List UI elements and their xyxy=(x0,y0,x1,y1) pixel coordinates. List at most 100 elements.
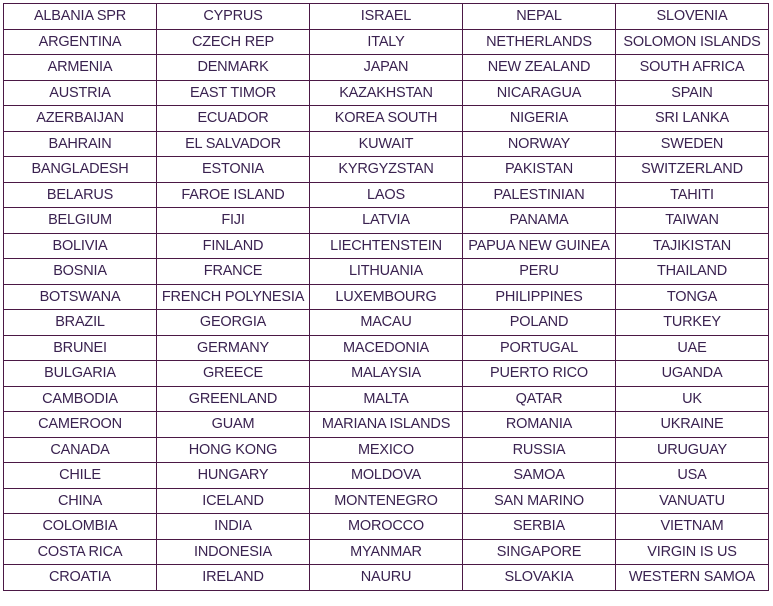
country-cell: PUERTO RICO xyxy=(462,360,616,387)
country-table: ALBANIA SPR CYPRUS ISRAEL NEPAL SLOVENIA ARGE… xyxy=(3,3,769,591)
country-cell: TAHITI xyxy=(615,181,769,208)
country-cell: CZECH REP xyxy=(156,28,310,55)
country-cell: FRENCH POLYNESIA xyxy=(156,283,310,310)
country-cell: KUWAIT xyxy=(309,130,463,157)
country-cell: INDIA xyxy=(156,513,310,540)
country-cell: UK xyxy=(615,385,769,412)
country-cell: NEW ZEALAND xyxy=(462,54,616,81)
table-row: AZERBAIJAN ECUADOR KOREA SOUTH NIGERIA SRI L… xyxy=(3,105,769,132)
country-cell: SPAIN xyxy=(615,79,769,106)
country-cell: VIRGIN IS US xyxy=(615,538,769,565)
country-cell: MARIANA ISLANDS xyxy=(309,411,463,438)
country-cell: THAILAND xyxy=(615,258,769,285)
country-cell: POLAND xyxy=(462,309,616,336)
country-cell: ECUADOR xyxy=(156,105,310,132)
country-cell: COSTA RICA xyxy=(3,538,157,565)
country-cell: BELARUS xyxy=(3,181,157,208)
country-cell: WESTERN SAMOA xyxy=(615,564,769,591)
country-cell: RUSSIA xyxy=(462,436,616,463)
country-cell: PANAMA xyxy=(462,207,616,234)
country-cell: USA xyxy=(615,462,769,489)
table-row: BOTSWANA FRENCH POLYNESIA LUXEMBOURG PHILIP… xyxy=(3,283,769,310)
country-cell: FRANCE xyxy=(156,258,310,285)
country-cell: TURKEY xyxy=(615,309,769,336)
table-row: BRUNEI GERMANY MACEDONIA PORTUGAL UAE xyxy=(3,334,769,361)
table-row: CAMEROON GUAM MARIANA ISLANDS ROMANIA UKRAIN… xyxy=(3,411,769,438)
table-row: BRAZIL GEORGIA MACAU POLAND TURKEY xyxy=(3,309,769,336)
country-cell: CROATIA xyxy=(3,564,157,591)
country-cell: SWITZERLAND xyxy=(615,156,769,183)
country-cell: NAURU xyxy=(309,564,463,591)
table-row: BOSNIA FRANCE LITHUANIA PERU THAILAND xyxy=(3,258,769,285)
country-cell: AUSTRIA xyxy=(3,79,157,106)
country-cell: NETHERLANDS xyxy=(462,28,616,55)
country-cell: EL SALVADOR xyxy=(156,130,310,157)
table-row: BANGLADESH ESTONIA KYRGYZSTAN PAKISTAN SWITZ… xyxy=(3,156,769,183)
country-cell: SOLOMON ISLANDS xyxy=(615,28,769,55)
country-cell: ARMENIA xyxy=(3,54,157,81)
table-row: AUSTRIA EAST TIMOR KAZAKHSTAN NICARAGUA SPAI… xyxy=(3,79,769,106)
country-cell: COLOMBIA xyxy=(3,513,157,540)
country-cell: IRELAND xyxy=(156,564,310,591)
country-cell: MEXICO xyxy=(309,436,463,463)
country-cell: SRI LANKA xyxy=(615,105,769,132)
country-cell: MOLDOVA xyxy=(309,462,463,489)
table-row: ARMENIA DENMARK JAPAN NEW ZEALAND SOUTH AFRI… xyxy=(3,54,769,81)
country-cell: HONG KONG xyxy=(156,436,310,463)
table-row: CANADA HONG KONG MEXICO RUSSIA URUGUAY xyxy=(3,436,769,463)
country-cell: FAROE ISLAND xyxy=(156,181,310,208)
country-cell: VIETNAM xyxy=(615,513,769,540)
country-cell: LIECHTENSTEIN xyxy=(309,232,463,259)
country-cell: BOLIVIA xyxy=(3,232,157,259)
country-cell: LITHUANIA xyxy=(309,258,463,285)
country-cell: GREECE xyxy=(156,360,310,387)
country-cell: SWEDEN xyxy=(615,130,769,157)
country-cell: BANGLADESH xyxy=(3,156,157,183)
country-cell: FINLAND xyxy=(156,232,310,259)
country-cell: PALESTINIAN xyxy=(462,181,616,208)
country-cell: SLOVENIA xyxy=(615,3,769,30)
table-row: BULGARIA GREECE MALAYSIA PUERTO RICO UGANDA xyxy=(3,360,769,387)
country-cell: MACAU xyxy=(309,309,463,336)
country-cell: BOSNIA xyxy=(3,258,157,285)
country-cell: KOREA SOUTH xyxy=(309,105,463,132)
country-cell: BRUNEI xyxy=(3,334,157,361)
country-cell: AZERBAIJAN xyxy=(3,105,157,132)
country-cell: NIGERIA xyxy=(462,105,616,132)
table-row: CROATIA IRELAND NAURU SLOVAKIA WESTERN SAMOA xyxy=(3,564,769,591)
country-cell: SOUTH AFRICA xyxy=(615,54,769,81)
country-cell: INDONESIA xyxy=(156,538,310,565)
table-row: CHILE HUNGARY MOLDOVA SAMOA USA xyxy=(3,462,769,489)
country-cell: MACEDONIA xyxy=(309,334,463,361)
country-cell: MYANMAR xyxy=(309,538,463,565)
country-cell: SAMOA xyxy=(462,462,616,489)
country-cell: SAN MARINO xyxy=(462,487,616,514)
country-cell: CAMBODIA xyxy=(3,385,157,412)
country-cell: LAOS xyxy=(309,181,463,208)
table-row: BAHRAIN EL SALVADOR KUWAIT NORWAY SWEDEN xyxy=(3,130,769,157)
country-cell: ROMANIA xyxy=(462,411,616,438)
country-cell: FIJI xyxy=(156,207,310,234)
table-row: BELGIUM FIJI LATVIA PANAMA TAIWAN xyxy=(3,207,769,234)
country-cell: CANADA xyxy=(3,436,157,463)
country-cell: BELGIUM xyxy=(3,207,157,234)
country-cell: SLOVAKIA xyxy=(462,564,616,591)
table-row: COSTA RICA INDONESIA MYANMAR SINGAPORE VIRGI… xyxy=(3,538,769,565)
country-cell: GUAM xyxy=(156,411,310,438)
country-cell: VANUATU xyxy=(615,487,769,514)
country-cell: TAIWAN xyxy=(615,207,769,234)
country-cell: UKRAINE xyxy=(615,411,769,438)
country-cell: GEORGIA xyxy=(156,309,310,336)
table-row: BELARUS FAROE ISLAND LAOS PALESTINIAN TAHITI xyxy=(3,181,769,208)
country-cell: DENMARK xyxy=(156,54,310,81)
country-cell: CAMEROON xyxy=(3,411,157,438)
table-row: COLOMBIA INDIA MOROCCO SERBIA VIETNAM xyxy=(3,513,769,540)
country-cell: PHILIPPINES xyxy=(462,283,616,310)
country-cell: MONTENEGRO xyxy=(309,487,463,514)
country-cell: BRAZIL xyxy=(3,309,157,336)
country-cell: EAST TIMOR xyxy=(156,79,310,106)
country-cell: PAPUA NEW GUINEA xyxy=(462,232,616,259)
table-row: ALBANIA SPR CYPRUS ISRAEL NEPAL SLOVENIA xyxy=(3,3,769,30)
country-cell: KYRGYZSTAN xyxy=(309,156,463,183)
country-cell: UAE xyxy=(615,334,769,361)
